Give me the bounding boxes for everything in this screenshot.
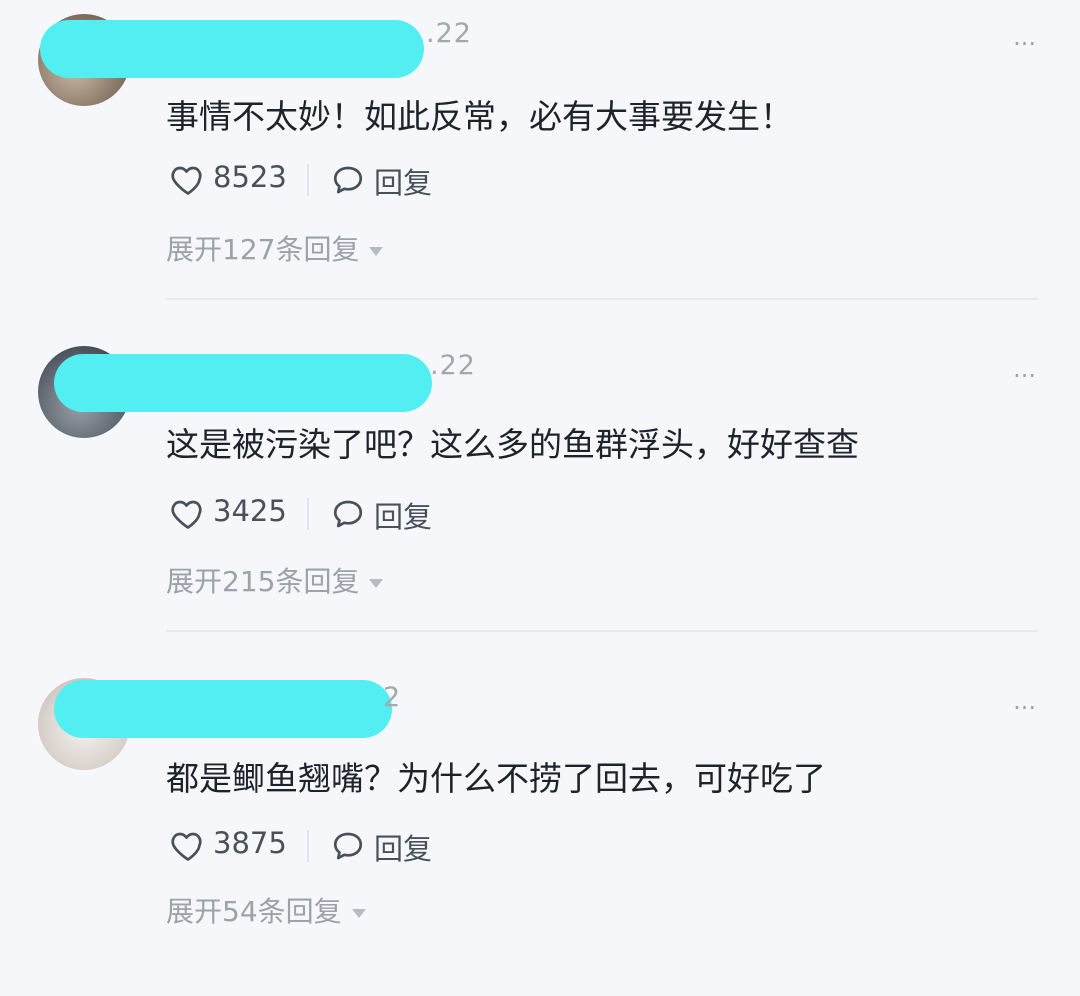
like-count[interactable]: 8523: [213, 160, 287, 194]
expand-replies-button[interactable]: 展开54条回复: [166, 890, 366, 930]
comment-actions: 8523 回复: [170, 160, 490, 202]
expand-replies-label: 展开54条回复: [166, 895, 342, 928]
heart-icon[interactable]: [170, 162, 206, 198]
comment-date: 2: [383, 682, 402, 713]
expand-replies-button[interactable]: 展开127条回复: [166, 228, 384, 268]
like-count[interactable]: 3875: [213, 826, 287, 860]
comment-separator: [166, 298, 1038, 300]
expand-replies-label: 展开127条回复: [166, 233, 360, 266]
more-options-button[interactable]: ···: [1013, 694, 1036, 722]
caret-down-icon: [369, 246, 384, 256]
redacted-username: [54, 354, 432, 412]
reply-button[interactable]: 回复: [374, 826, 432, 868]
comment-separator: [166, 630, 1038, 632]
comment-item: 2 ··· 都是鲫鱼翘嘴？为什么不捞了回去，可好吃了 3875 回复 展开54条…: [0, 664, 1080, 996]
heart-icon[interactable]: [170, 828, 206, 864]
heart-icon[interactable]: [170, 496, 206, 532]
more-options-button[interactable]: ···: [1013, 30, 1036, 58]
more-options-button[interactable]: ···: [1013, 362, 1036, 390]
redacted-username: [40, 20, 424, 78]
caret-down-icon: [351, 908, 366, 918]
action-divider: [307, 830, 309, 862]
action-divider: [307, 164, 309, 196]
comment-text: 这是被污染了吧？这么多的鱼群浮头，好好查查: [166, 425, 859, 464]
action-divider: [307, 498, 309, 530]
comment-bubble-icon[interactable]: [330, 162, 366, 198]
comment-bubble-icon[interactable]: [330, 496, 366, 532]
comment-item: .22 ··· 事情不太妙！如此反常，必有大事要发生！ 8523 回复 展开12…: [0, 0, 1080, 332]
like-count[interactable]: 3425: [213, 494, 287, 528]
comment-actions: 3425 回复: [170, 494, 490, 536]
caret-down-icon: [369, 578, 384, 588]
comment-bubble-icon[interactable]: [330, 828, 366, 864]
comment-actions: 3875 回复: [170, 826, 490, 868]
expand-replies-label: 展开215条回复: [166, 565, 360, 598]
reply-button[interactable]: 回复: [374, 160, 432, 202]
comment-text: 都是鲫鱼翘嘴？为什么不捞了回去，可好吃了: [166, 759, 826, 798]
expand-replies-button[interactable]: 展开215条回复: [166, 560, 384, 600]
comment-date: .22: [430, 350, 476, 381]
comment-text: 事情不太妙！如此反常，必有大事要发生！: [166, 97, 793, 136]
reply-button[interactable]: 回复: [374, 494, 432, 536]
comment-date: .22: [426, 18, 472, 49]
redacted-username: [54, 680, 392, 738]
comment-item: .22 ··· 这是被污染了吧？这么多的鱼群浮头，好好查查 3425 回复 展开…: [0, 332, 1080, 664]
